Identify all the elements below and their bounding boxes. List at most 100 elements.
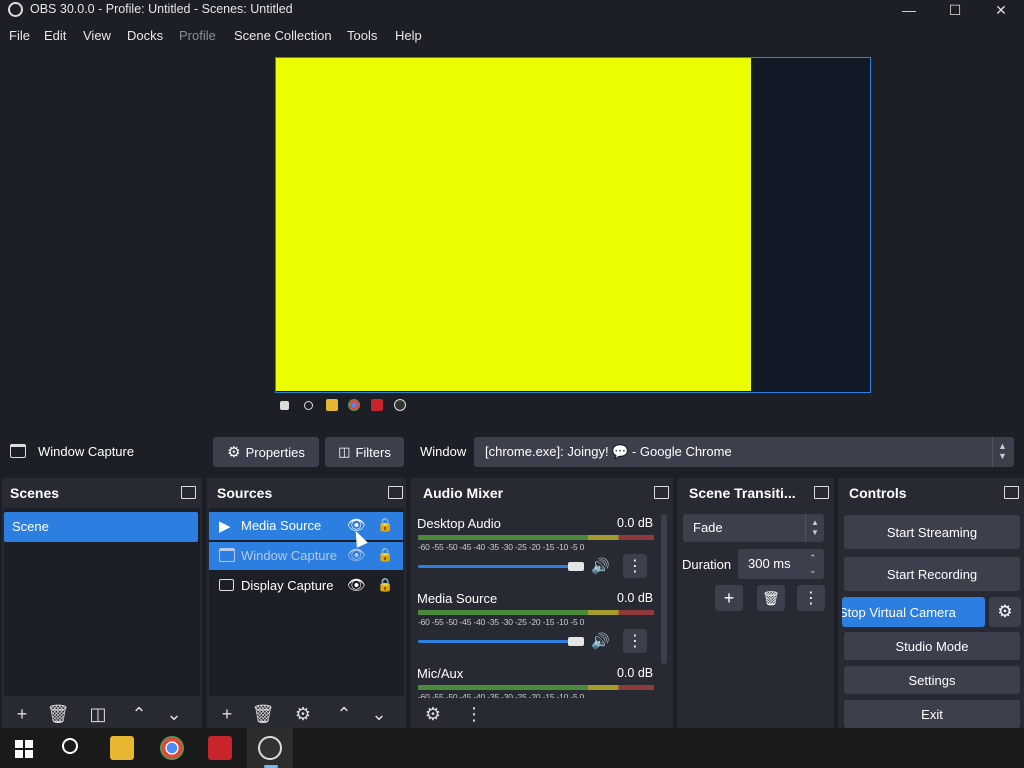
more-icon[interactable]: ⋮ xyxy=(460,702,488,726)
settings-button[interactable]: Settings xyxy=(844,666,1020,694)
scenes-title: Scenes xyxy=(10,485,60,501)
channel-level: 0.0 dB xyxy=(617,666,654,680)
add-transition-button[interactable]: + xyxy=(715,585,743,611)
undock-icon[interactable] xyxy=(181,486,196,499)
chrome-icon xyxy=(348,399,360,411)
duration-label: Duration xyxy=(682,557,732,572)
updown-icon: ▲ ▼ xyxy=(811,518,819,537)
window-icon xyxy=(10,444,26,458)
meter-ticks: -60 -55 -50 -45 -40 -35 -30 -25 -20 -15 … xyxy=(418,542,585,552)
properties-button[interactable]: ⚙ Properties xyxy=(213,437,319,467)
more-icon[interactable]: ⋮ xyxy=(623,629,647,653)
filter-icon[interactable]: ◫ xyxy=(84,702,112,726)
volume-knob[interactable] xyxy=(568,562,584,571)
volume-knob[interactable] xyxy=(568,637,584,646)
speaker-icon[interactable]: 🔊 xyxy=(591,557,610,575)
file-explorer-icon[interactable] xyxy=(110,736,134,760)
undock-icon[interactable] xyxy=(1004,486,1019,499)
captured-taskbar xyxy=(276,395,751,417)
menu-view[interactable]: View xyxy=(83,28,111,43)
undock-icon[interactable] xyxy=(388,486,403,499)
sources-title: Sources xyxy=(217,485,273,501)
add-icon[interactable]: + xyxy=(8,702,36,726)
menu-scene-collection[interactable]: Scene Collection xyxy=(234,28,332,43)
stepper-icon[interactable]: ⌃ ⌄ xyxy=(809,552,817,576)
down-icon[interactable]: ⌄ xyxy=(160,702,188,726)
obs-logo-icon xyxy=(8,2,23,17)
scenes-panel: Scenes Scene + 🗑 ◫ ⌃ ⌄ xyxy=(2,478,202,730)
menu-bar: File Edit View Docks Profile Scene Colle… xyxy=(0,22,1024,48)
window-select[interactable]: [chrome.exe]: Joingy! 💬 - Google Chrome … xyxy=(474,437,1014,467)
sources-panel: Sources ▶ Media Source 👁 🔒 Window Captur… xyxy=(207,478,406,730)
volume-slider[interactable] xyxy=(418,640,580,643)
chrome-icon[interactable] xyxy=(160,736,184,760)
transition-select[interactable]: Fade ▲ ▼ xyxy=(683,514,824,542)
audio-mixer-title: Audio Mixer xyxy=(423,485,504,501)
level-meter xyxy=(418,535,654,540)
scrollbar[interactable] xyxy=(661,514,667,664)
search-icon xyxy=(304,401,313,410)
start-streaming-button[interactable]: Start Streaming xyxy=(844,515,1020,549)
app-icon[interactable] xyxy=(208,736,232,760)
up-icon[interactable]: ⌃ xyxy=(125,702,153,726)
selected-source-label: Window Capture xyxy=(38,444,135,459)
controls-panel: Controls Start Streaming Start Recording… xyxy=(838,478,1024,730)
menu-file[interactable]: File xyxy=(9,28,30,43)
scene-item[interactable]: Scene xyxy=(4,512,198,542)
meter-ticks: -60 -55 -50 -45 -40 -35 -30 -25 -20 -15 … xyxy=(418,617,585,627)
minimize-icon[interactable]: — xyxy=(886,0,932,20)
more-icon[interactable]: ⋮ xyxy=(623,554,647,578)
captured-window-content[interactable] xyxy=(276,58,751,391)
volume-slider[interactable] xyxy=(418,565,580,568)
audio-mixer-panel: Audio Mixer Desktop Audio 0.0 dB -60 -55… xyxy=(411,478,673,730)
undock-icon[interactable] xyxy=(654,486,669,499)
trash-icon[interactable]: 🗑 xyxy=(757,585,785,611)
menu-docks[interactable]: Docks xyxy=(127,28,163,43)
trash-icon[interactable]: 🗑 xyxy=(44,702,72,726)
controls-title: Controls xyxy=(849,485,907,501)
advanced-audio-icon[interactable]: ⚙ xyxy=(419,702,447,726)
source-item-window[interactable]: Window Capture 👁 🔒 xyxy=(209,542,403,570)
eye-hidden-icon[interactable]: 👁 xyxy=(347,546,366,564)
add-icon[interactable]: + xyxy=(213,702,241,726)
windows-start-icon[interactable] xyxy=(15,740,33,758)
close-icon[interactable]: ✕ xyxy=(978,0,1024,20)
gear-icon[interactable]: ⚙ xyxy=(289,702,317,726)
lock-icon[interactable]: 🔒 xyxy=(377,577,393,593)
maximize-icon[interactable]: ☐ xyxy=(932,0,978,20)
gear-icon[interactable]: ⚙ xyxy=(989,597,1021,627)
lock-icon[interactable]: 🔒 xyxy=(377,547,393,563)
studio-mode-button[interactable]: Studio Mode xyxy=(844,632,1020,660)
menu-tools[interactable]: Tools xyxy=(347,28,377,43)
down-icon[interactable]: ⌄ xyxy=(365,702,393,726)
obs-icon[interactable] xyxy=(258,736,282,760)
lock-icon[interactable]: 🔒 xyxy=(377,517,393,533)
trash-icon[interactable]: 🗑 xyxy=(249,702,277,726)
undock-icon[interactable] xyxy=(814,486,829,499)
source-item-media[interactable]: ▶ Media Source 👁 🔒 xyxy=(209,512,403,540)
menu-help[interactable]: Help xyxy=(395,28,422,43)
scene-transitions-title: Scene Transiti... xyxy=(689,485,796,501)
exit-button[interactable]: Exit xyxy=(844,700,1020,728)
more-icon[interactable]: ⋮ xyxy=(797,585,825,611)
windows-icon xyxy=(280,401,289,410)
menu-edit[interactable]: Edit xyxy=(44,28,66,43)
folder-icon xyxy=(326,399,338,411)
eye-icon[interactable]: 👁 xyxy=(347,576,366,594)
gear-icon: ⚙ xyxy=(227,444,241,461)
source-item-display[interactable]: Display Capture 👁 🔒 xyxy=(209,572,403,600)
filters-button[interactable]: ◫ Filters xyxy=(325,437,404,467)
channel-level: 0.0 dB xyxy=(617,591,654,605)
level-meter xyxy=(418,685,654,690)
up-icon[interactable]: ⌃ xyxy=(330,702,358,726)
title-bar: OBS 30.0.0 - Profile: Untitled - Scenes:… xyxy=(0,0,1024,22)
monitor-icon xyxy=(219,579,234,591)
menu-profile[interactable]: Profile xyxy=(179,28,216,43)
start-recording-button[interactable]: Start Recording xyxy=(844,557,1020,591)
obs-icon xyxy=(394,399,406,411)
virtual-camera-button[interactable]: Stop Virtual Camera xyxy=(842,597,985,627)
speaker-icon[interactable]: 🔊 xyxy=(591,632,610,650)
search-icon[interactable] xyxy=(62,738,78,754)
mixer-channels: Desktop Audio 0.0 dB -60 -55 -50 -45 -40… xyxy=(413,508,671,698)
duration-input[interactable]: 300 ms ⌃ ⌄ xyxy=(738,549,824,579)
